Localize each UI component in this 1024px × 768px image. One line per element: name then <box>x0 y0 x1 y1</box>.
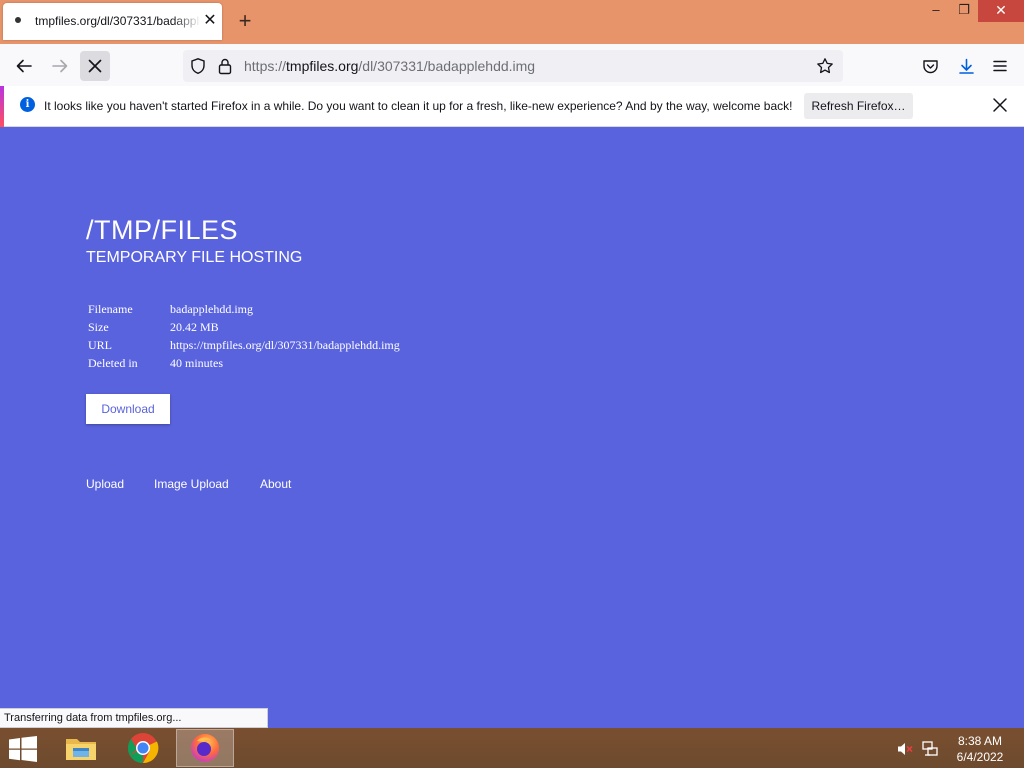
windows-taskbar: 8:38 AM 6/4/2022 <box>0 728 1024 768</box>
system-clock[interactable]: 8:38 AM 6/4/2022 <box>950 733 1010 765</box>
filename-value: badapplehdd.img <box>170 302 253 316</box>
hamburger-menu-icon <box>993 60 1007 72</box>
url-host: tmpfiles.org <box>286 58 359 74</box>
stop-x-icon <box>88 59 102 73</box>
bookmark-star-icon[interactable] <box>816 57 834 75</box>
stop-loading-button[interactable] <box>80 51 110 81</box>
window-minimize-button[interactable]: – <box>922 0 950 22</box>
tab-active[interactable]: tmpfiles.org/dl/307331/badapplehdd.img ✕ <box>3 3 222 40</box>
pocket-button[interactable] <box>915 51 945 81</box>
file-info-table: Filename badapplehdd.img Size 20.42 MB U… <box>86 302 400 374</box>
image-upload-link[interactable]: Image Upload <box>154 477 229 491</box>
notification-message: It looks like you haven't started Firefo… <box>44 99 793 113</box>
address-bar[interactable]: https://tmpfiles.org/dl/307331/badappleh… <box>183 50 843 82</box>
back-button[interactable] <box>9 51 39 81</box>
network-icon[interactable] <box>921 740 939 758</box>
notification-accent <box>0 86 4 127</box>
page-content: /TMP/FILES TEMPORARY FILE HOSTING Filena… <box>0 128 1024 727</box>
file-explorer-icon <box>66 739 96 760</box>
file-info-row: Size 20.42 MB <box>86 320 400 338</box>
file-info-row: Deleted in 40 minutes <box>86 356 400 374</box>
size-label: Size <box>88 320 109 334</box>
taskbar-firefox[interactable] <box>176 729 234 767</box>
back-arrow-icon <box>16 59 32 73</box>
firefox-icon <box>191 734 219 762</box>
tab-close-icon[interactable]: ✕ <box>203 12 217 30</box>
about-link[interactable]: About <box>260 477 291 491</box>
filename-label: Filename <box>88 302 133 316</box>
deleted-in-label: Deleted in <box>88 356 138 370</box>
clock-date: 6/4/2022 <box>956 750 1004 764</box>
status-bar: Transferring data from tmpfiles.org... <box>0 708 268 728</box>
url-text[interactable]: https://tmpfiles.org/dl/307331/badappleh… <box>244 58 535 74</box>
new-tab-button[interactable]: + <box>234 10 256 32</box>
chrome-icon <box>127 733 159 764</box>
file-info-row: URL https://tmpfiles.org/dl/307331/badap… <box>86 338 400 356</box>
close-notification-icon[interactable] <box>990 95 1010 115</box>
download-button[interactable]: Download <box>86 394 170 424</box>
deleted-in-value: 40 minutes <box>170 356 223 370</box>
tracking-protection-shield-icon[interactable] <box>189 57 207 75</box>
notification-bar: i It looks like you haven't started Fire… <box>0 86 1024 127</box>
url-label: URL <box>88 338 112 352</box>
lock-icon[interactable] <box>217 57 233 75</box>
size-value: 20.42 MB <box>170 320 219 334</box>
tab-title-fade <box>173 11 201 33</box>
file-info-row: Filename badapplehdd.img <box>86 302 400 320</box>
download-arrow-icon <box>958 58 974 74</box>
site-subtitle: TEMPORARY FILE HOSTING <box>86 249 303 266</box>
upload-link[interactable]: Upload <box>86 477 124 491</box>
taskbar-chrome[interactable] <box>114 729 172 767</box>
info-icon: i <box>20 97 35 112</box>
windows-start-icon[interactable] <box>8 736 38 762</box>
browser-titlebar: tmpfiles.org/dl/307331/badapplehdd.img ✕… <box>0 0 1024 44</box>
pocket-icon <box>922 59 938 73</box>
window-close-button[interactable]: ✕ <box>978 0 1024 22</box>
url-value: https://tmpfiles.org/dl/307331/badappleh… <box>170 338 400 352</box>
forward-button[interactable] <box>45 51 75 81</box>
volume-muted-icon[interactable] <box>896 740 914 758</box>
url-prefix: https:// <box>244 58 287 74</box>
downloads-button[interactable] <box>951 51 981 81</box>
clock-time: 8:38 AM <box>957 734 1003 748</box>
window-restore-button[interactable]: ❐ <box>950 0 978 22</box>
loading-favicon-icon <box>15 17 21 23</box>
url-path: /dl/307331/badapplehdd.img <box>358 58 536 74</box>
taskbar-file-explorer[interactable] <box>52 729 110 767</box>
refresh-firefox-button[interactable]: Refresh Firefox… <box>804 93 913 119</box>
forward-arrow-icon <box>52 59 68 73</box>
site-title: /TMP/FILES <box>86 215 239 245</box>
navigation-toolbar: https://tmpfiles.org/dl/307331/badappleh… <box>0 44 1024 86</box>
app-menu-button[interactable] <box>985 51 1015 81</box>
